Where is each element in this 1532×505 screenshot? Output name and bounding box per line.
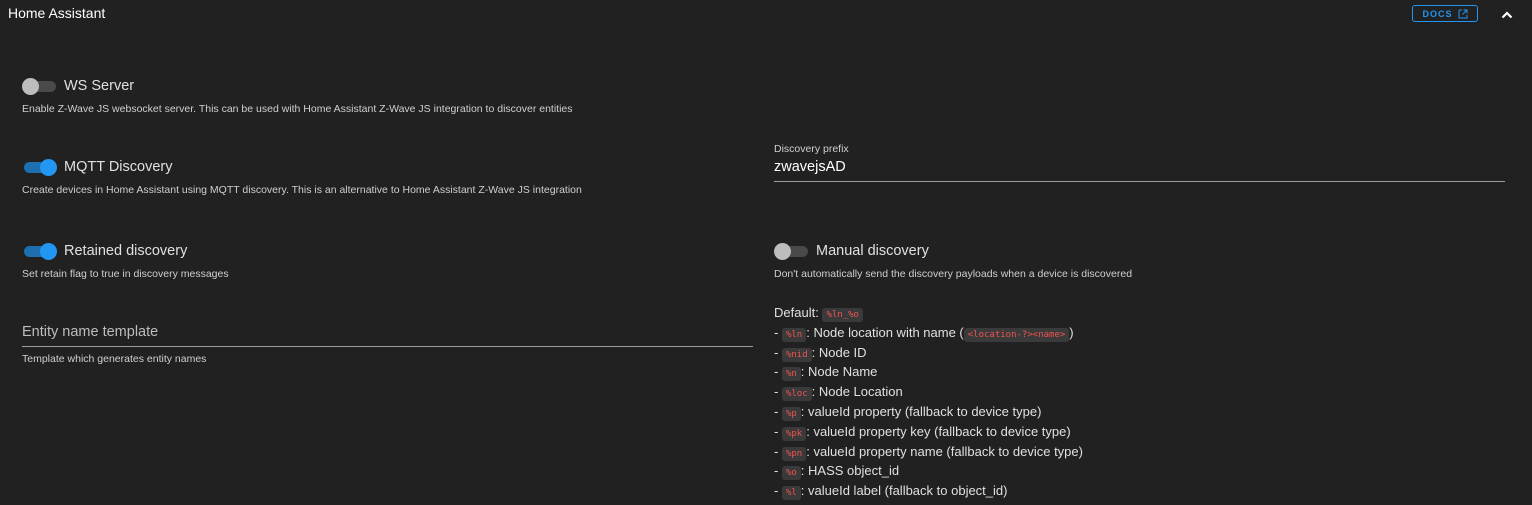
template-help-row: - %ln: Node location with name (<locatio… (774, 324, 1074, 342)
template-help-row: - %n: Node Name (774, 364, 878, 382)
template-code: %o (781, 466, 801, 481)
template-code: %pk (781, 426, 807, 441)
docs-button-label: DOCS (1422, 8, 1453, 19)
manual-discovery-hint: Don't automatically send the discovery p… (774, 268, 1133, 280)
template-help: Default: %ln_%o - %ln: Node location wit… (774, 303, 1083, 501)
template-desc: : valueId label (fallback to object_id) (800, 483, 1008, 499)
template-code: %nid (781, 347, 812, 362)
template-default-prefix: Default: (774, 305, 819, 320)
template-default-row: Default: %ln_%o (774, 303, 1083, 323)
template-code: %n (781, 367, 801, 382)
template-help-row: - %l: valueId label (fallback to object_… (774, 483, 1008, 501)
template-desc: : HASS object_id (800, 463, 900, 479)
template-help-row: - %p: valueId property (fallback to devi… (774, 403, 1042, 421)
template-desc: : Node location with name ( (806, 324, 964, 340)
section-title: Home Assistant (8, 5, 106, 21)
discovery-prefix-input[interactable]: zwavejsAD (774, 159, 846, 175)
toggle-thumb (774, 243, 791, 260)
template-help-row: - %pn: valueId property name (fallback t… (774, 443, 1083, 461)
manual-discovery-label: Manual discovery (816, 243, 929, 259)
template-desc: : valueId property name (fallback to dev… (806, 443, 1083, 459)
ws-server-hint: Enable Z-Wave JS websocket server. This … (22, 103, 573, 115)
retained-discovery-toggle[interactable] (22, 243, 58, 260)
entity-name-template-hint: Template which generates entity names (22, 353, 207, 365)
template-help-row: - %loc: Node Location (774, 384, 903, 402)
template-help-row: - %nid: Node ID (774, 344, 867, 362)
template-help-row: - %o: HASS object_id (774, 463, 900, 481)
ws-server-label: WS Server (64, 78, 135, 94)
chevron-up-icon[interactable] (1500, 8, 1514, 22)
mqtt-discovery-hint: Create devices in Home Assistant using M… (22, 184, 582, 196)
template-code: %ln_%o (822, 308, 863, 322)
mqtt-discovery-label: MQTT Discovery (64, 159, 173, 175)
template-desc: : valueId property (fallback to device t… (800, 403, 1042, 419)
toggle-thumb (40, 159, 57, 176)
template-desc: : Node Name (800, 364, 878, 380)
template-code: %ln (781, 327, 807, 342)
ws-server-toggle[interactable] (22, 78, 58, 95)
template-desc: : valueId property key (fallback to devi… (806, 423, 1071, 439)
template-code: %loc (781, 387, 812, 402)
open-in-new-icon (1458, 9, 1467, 18)
toggle-thumb (40, 243, 57, 260)
template-code: <location-?><name> (963, 327, 1070, 342)
template-code: %l (781, 486, 801, 501)
discovery-prefix-underline (774, 181, 1505, 182)
discovery-prefix-label: Discovery prefix (774, 143, 849, 155)
template-desc: : Node Location (811, 384, 903, 400)
mqtt-discovery-toggle[interactable] (22, 159, 58, 176)
toggle-thumb (22, 78, 39, 95)
template-help-row: - %pk: valueId property key (fallback to… (774, 423, 1071, 441)
entity-name-template-input[interactable]: Entity name template (22, 324, 158, 340)
manual-discovery-toggle[interactable] (774, 243, 810, 260)
template-code: %p (781, 406, 801, 421)
template-desc-tail: ) (1069, 324, 1074, 340)
docs-button[interactable]: DOCS (1412, 5, 1478, 22)
retained-discovery-hint: Set retain flag to true in discovery mes… (22, 268, 229, 280)
entity-name-template-underline (22, 346, 753, 347)
retained-discovery-label: Retained discovery (64, 243, 188, 259)
template-code: %pn (781, 446, 807, 461)
template-desc: : Node ID (811, 344, 867, 360)
